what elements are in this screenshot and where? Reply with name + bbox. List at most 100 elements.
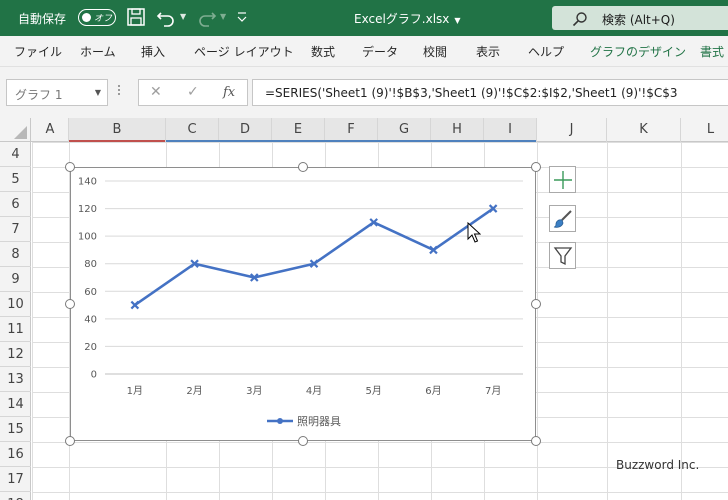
tab-chart-design[interactable]: グラフのデザイン xyxy=(590,43,686,60)
row-header-15[interactable]: 15 xyxy=(0,417,31,442)
customize-toolbar-icon[interactable] xyxy=(235,7,257,29)
formula-buttons: ✕ ✓ fx xyxy=(138,79,248,106)
column-header-c[interactable]: C xyxy=(166,118,219,142)
column-header-b[interactable]: B xyxy=(69,118,166,142)
cancel-icon[interactable]: ✕ xyxy=(150,84,162,100)
tab-formulas[interactable]: 数式 xyxy=(311,43,335,60)
row-header-13[interactable]: 13 xyxy=(0,367,31,392)
row-header-14[interactable]: 14 xyxy=(0,392,31,417)
column-header-e[interactable]: E xyxy=(272,118,325,142)
column-header-d[interactable]: D xyxy=(219,118,272,142)
ribbon-tabs: ファイル ホーム 挿入 ページ レイアウト 数式 データ 校閲 表示 ヘルプ グ… xyxy=(0,36,728,66)
y-tick-label: 100 xyxy=(78,232,97,243)
tab-data[interactable]: データ xyxy=(362,43,398,60)
document-title[interactable]: Excelグラフ.xlsx ▼ xyxy=(354,10,461,27)
name-box-value: グラフ 1 xyxy=(15,88,63,102)
name-box[interactable]: グラフ 1 ▼ xyxy=(6,79,108,106)
tab-page-layout[interactable]: ページ レイアウト xyxy=(194,43,294,60)
row-header-7[interactable]: 7 xyxy=(0,217,31,242)
resize-handle-left[interactable] xyxy=(65,299,75,309)
tab-view[interactable]: 表示 xyxy=(476,43,500,60)
brush-icon xyxy=(553,210,572,228)
gridline xyxy=(537,142,538,500)
column-header-g[interactable]: G xyxy=(378,118,431,142)
line-chart: 0 20 40 60 80 100 120 140 1月 2月 3月 4月 5月 6月 7月照明器具 xyxy=(78,177,523,428)
chart-filters-button[interactable] xyxy=(549,242,576,269)
column-header-j[interactable]: J xyxy=(537,118,607,142)
row-header-9[interactable]: 9 xyxy=(0,267,31,292)
resize-handle-bottom-left[interactable] xyxy=(65,436,75,446)
chart-styles-button[interactable] xyxy=(549,205,576,232)
chevron-down-icon: ▼ xyxy=(454,16,461,25)
data-point xyxy=(130,300,140,310)
column-header-f[interactable]: F xyxy=(325,118,378,142)
undo-icon[interactable] xyxy=(155,6,177,28)
toggle-knob xyxy=(82,12,91,22)
x-tick-label: 7月 xyxy=(485,385,501,397)
tab-format[interactable]: 書式 xyxy=(700,43,724,60)
save-icon[interactable] xyxy=(125,6,147,28)
row-header-5[interactable]: 5 xyxy=(0,167,31,192)
y-tick-label: 20 xyxy=(84,342,97,353)
insert-function-icon[interactable]: fx xyxy=(223,85,235,100)
select-all-button[interactable] xyxy=(0,118,31,142)
search-box[interactable]: 検索 (Alt+Q) xyxy=(552,6,728,30)
autosave-toggle[interactable]: オフ xyxy=(78,9,116,26)
chart-elements-button[interactable] xyxy=(549,166,576,193)
gridline xyxy=(681,142,682,500)
autosave-state: オフ xyxy=(94,14,113,24)
row-header-16[interactable]: 16 xyxy=(0,442,31,467)
tab-review[interactable]: 校閲 xyxy=(423,43,447,60)
formula-text: =SERIES('Sheet1 (9)'!$B$3,'Sheet1 (9)'!$… xyxy=(265,86,678,100)
legend-marker xyxy=(277,418,283,424)
column-headers: A B C D E F G H I J K L xyxy=(0,118,728,142)
resize-handle-top-right[interactable] xyxy=(531,162,541,172)
select-all-icon xyxy=(14,126,27,139)
formula-bar: グラフ 1 ▼ ✕ ✓ fx =SERIES('Sheet1 (9)'!$B$3… xyxy=(0,66,728,118)
x-tick-label: 4月 xyxy=(306,385,322,397)
redo-dropdown-icon: ▼ xyxy=(220,12,227,21)
row-header-6[interactable]: 6 xyxy=(0,192,31,217)
undo-dropdown-icon[interactable]: ▼ xyxy=(180,12,186,21)
column-header-l[interactable]: L xyxy=(681,118,728,142)
y-tick-label: 60 xyxy=(84,287,97,298)
tab-home[interactable]: ホーム xyxy=(80,43,116,60)
row-header-10[interactable]: 10 xyxy=(0,292,31,317)
column-header-k[interactable]: K xyxy=(607,118,681,142)
row-header-8[interactable]: 8 xyxy=(0,242,31,267)
enter-icon[interactable]: ✓ xyxy=(187,84,199,100)
y-tick-label: 120 xyxy=(78,204,97,215)
row-header-11[interactable]: 11 xyxy=(0,317,31,342)
more-icon[interactable] xyxy=(117,83,121,99)
row-header-18[interactable]: 18 xyxy=(0,492,31,500)
y-tick-label: 0 xyxy=(91,370,97,381)
tab-help[interactable]: ヘルプ xyxy=(528,43,564,60)
x-tick-label: 6月 xyxy=(425,385,441,397)
plus-icon xyxy=(554,171,572,189)
mouse-pointer-icon xyxy=(467,222,481,243)
resize-handle-top-left[interactable] xyxy=(65,162,75,172)
row-headers: 4 5 6 7 8 9 10 11 12 13 14 15 16 17 18 xyxy=(0,142,31,500)
y-tick-label: 40 xyxy=(84,314,97,325)
row-header-17[interactable]: 17 xyxy=(0,467,31,492)
document-title-text: Excelグラフ.xlsx xyxy=(354,12,450,26)
column-header-a[interactable]: A xyxy=(32,118,69,142)
column-header-h[interactable]: H xyxy=(431,118,484,142)
gridline xyxy=(607,142,608,500)
autosave-label: 自動保存 xyxy=(18,12,67,26)
tab-insert[interactable]: 挿入 xyxy=(141,43,165,60)
chevron-down-icon[interactable]: ▼ xyxy=(95,88,101,97)
formula-input[interactable]: =SERIES('Sheet1 (9)'!$B$3,'Sheet1 (9)'!$… xyxy=(252,79,728,106)
column-header-i[interactable]: I xyxy=(484,118,537,142)
y-tick-label: 140 xyxy=(78,177,97,188)
resize-handle-bottom-right[interactable] xyxy=(531,436,541,446)
tab-file[interactable]: ファイル xyxy=(14,43,62,60)
resize-handle-bottom[interactable] xyxy=(298,436,308,446)
resize-handle-top[interactable] xyxy=(298,162,308,172)
row-header-4[interactable]: 4 xyxy=(0,142,31,167)
resize-handle-right[interactable] xyxy=(531,299,541,309)
row-header-12[interactable]: 12 xyxy=(0,342,31,367)
x-tick-label: 5月 xyxy=(366,385,382,397)
chart-area[interactable]: 0 20 40 60 80 100 120 140 1月 2月 3月 4月 5月 6月 7月 照明器具 xyxy=(70,167,536,441)
redo-icon xyxy=(196,6,218,28)
